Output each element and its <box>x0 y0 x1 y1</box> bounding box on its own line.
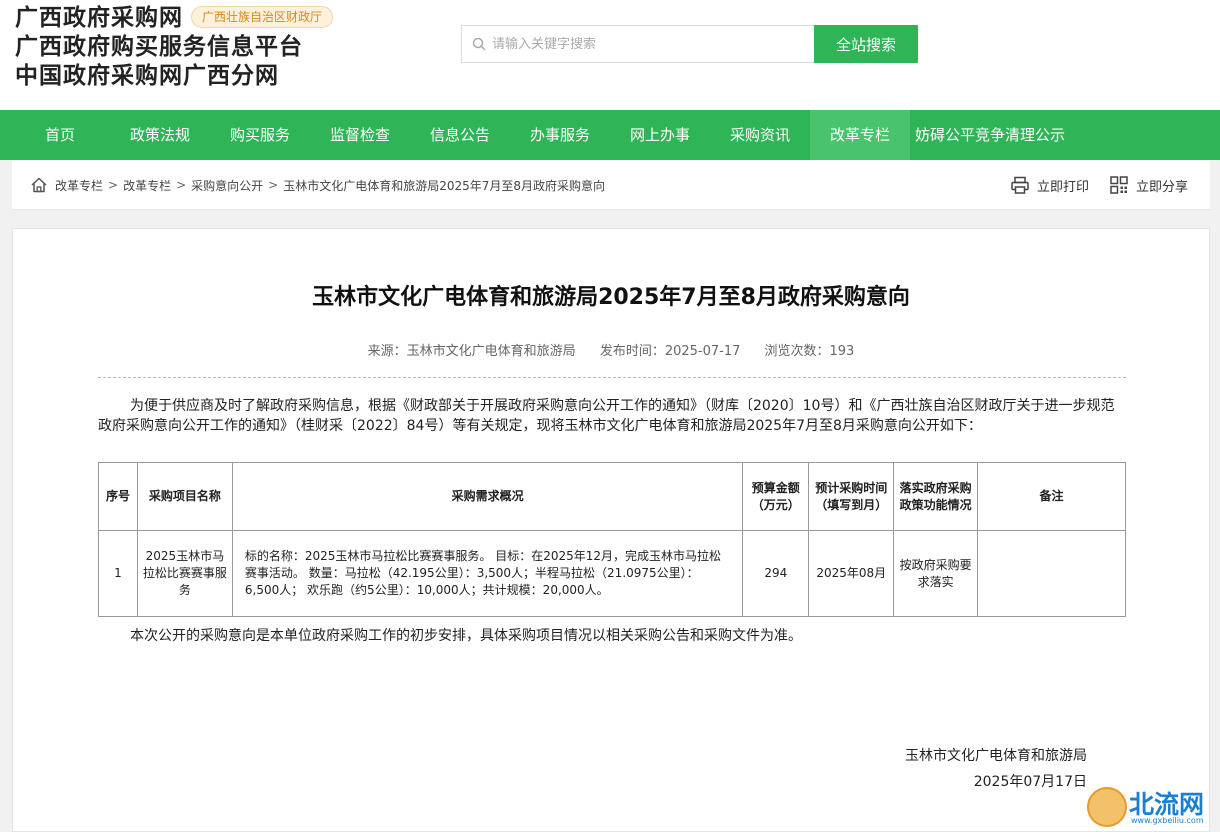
breadcrumb-bar: 改革专栏 > 改革专栏 > 采购意向公开 > 玉林市文化广电体育和旅游局2025… <box>12 160 1210 210</box>
share-button[interactable]: 立即分享 <box>1109 175 1188 195</box>
nav-item-fair-competition[interactable]: 妨碍公平竞争清理公示 <box>910 110 1070 160</box>
cell-policy-implementation: 按政府采购要求落实 <box>893 530 979 617</box>
watermark-seal-icon <box>1087 787 1127 827</box>
nav-item-supervision[interactable]: 监督检查 <box>310 110 410 160</box>
header-index: 序号 <box>98 462 138 531</box>
nav-item-policy[interactable]: 政策法规 <box>110 110 210 160</box>
cell-budget: 294 <box>742 530 810 617</box>
article-publish-time: 发布时间：2025-07-17 <box>599 344 741 359</box>
breadcrumb-item-reform[interactable]: 改革专栏 <box>55 177 103 194</box>
header-demand-summary: 采购需求概况 <box>231 462 744 531</box>
breadcrumb-item-reform-2[interactable]: 改革专栏 <box>123 177 171 194</box>
site-subtitle-service-platform: 广西政府购买服务信息平台 <box>15 34 303 60</box>
breadcrumb-separator: > <box>268 178 279 192</box>
nav-item-news[interactable]: 采购资讯 <box>710 110 810 160</box>
article-intro: 为便于供应商及时了解政府采购信息，根据《财政部关于开展政府采购意向公开工作的通知… <box>98 398 1115 434</box>
print-label: 立即打印 <box>1036 179 1089 195</box>
header-budget: 预算金额（万元） <box>742 462 810 531</box>
table-header-row: 序号 采购项目名称 采购需求概况 预算金额（万元） 预计采购时间（填写到月） 落… <box>98 462 1126 531</box>
watermark-logo: 北流网 www.gxbeiliu.com <box>1087 787 1217 829</box>
cell-remarks <box>977 530 1126 617</box>
nav-item-purchase-service[interactable]: 购买服务 <box>210 110 310 160</box>
header-project-name: 采购项目名称 <box>136 462 233 531</box>
article-card: 玉林市文化广电体育和旅游局2025年7月至8月政府采购意向 来源：玉林市文化广电… <box>12 228 1210 832</box>
breadcrumb-separator: > <box>108 178 119 192</box>
site-titles: 广西政府采购网 广西壮族自治区财政厅 广西政府购买服务信息平台 中国政府采购网广西… <box>15 4 334 91</box>
breadcrumb-separator: > <box>176 178 187 192</box>
nav-item-office-service[interactable]: 办事服务 <box>510 110 610 160</box>
site-name[interactable]: 广西政府采购网 广西壮族自治区财政厅 <box>15 4 334 33</box>
article-signature: 玉林市文化广电体育和旅游局 2025年07月17日 <box>905 743 1087 795</box>
cell-expected-time: 2025年08月 <box>808 530 895 617</box>
nav-item-home[interactable]: 首页 <box>10 110 110 160</box>
qr-code-icon <box>1110 176 1128 194</box>
nav-item-online-office[interactable]: 网上办事 <box>610 110 710 160</box>
article-outro: 本次公开的采购意向是本单位政府采购工作的初步安排，具体采购项目情况以相关采购公告… <box>130 628 802 644</box>
signature-date: 2025年07月17日 <box>973 774 1087 790</box>
main-nav: 首页 政策法规 购买服务 监督检查 信息公告 办事服务 网上办事 采购资讯 改革… <box>0 110 1220 160</box>
watermark-url: www.gxbeiliu.com <box>1131 816 1204 825</box>
cell-index: 1 <box>98 530 138 617</box>
header-remarks: 备注 <box>977 462 1126 531</box>
header-policy-implementation: 落实政府采购政策功能情况 <box>893 462 979 531</box>
search-box <box>461 25 815 63</box>
cell-project-name: 2025玉林市马拉松比赛赛事服务 <box>136 530 233 617</box>
article-meta: 来源：玉林市文化广电体育和旅游局 发布时间：2025-07-17 浏览次数：19… <box>13 340 1209 359</box>
search-icon <box>472 37 486 51</box>
header-expected-time: 预计采购时间（填写到月） <box>808 462 895 531</box>
article-source: 来源：玉林市文化广电体育和旅游局 <box>367 344 576 359</box>
print-button[interactable]: 立即打印 <box>1010 175 1089 195</box>
site-search-button[interactable]: 全站搜索 <box>814 25 918 63</box>
share-label: 立即分享 <box>1135 179 1188 195</box>
finance-dept-badge: 广西壮族自治区财政厅 <box>191 5 334 28</box>
article-tools: 立即打印 立即分享 <box>990 160 1188 210</box>
site-subtitle-branch: 中国政府采购网广西分网 <box>15 63 279 89</box>
home-icon[interactable] <box>30 176 48 194</box>
table-row: 1 2025玉林市马拉松比赛赛事服务 标的名称：2025玉林市马拉松比赛赛事服务… <box>98 530 1126 617</box>
search-input[interactable] <box>492 36 792 52</box>
divider <box>98 377 1126 378</box>
printer-icon <box>1011 176 1029 194</box>
signature-org: 玉林市文化广电体育和旅游局 <box>905 748 1087 764</box>
procurement-table: 序号 采购项目名称 采购需求概况 预算金额（万元） 预计采购时间（填写到月） 落… <box>98 462 1126 617</box>
breadcrumb-item-intent-disclosure[interactable]: 采购意向公开 <box>191 177 263 194</box>
breadcrumb-item-current: 玉林市文化广电体育和旅游局2025年7月至8月政府采购意向 <box>283 178 606 193</box>
nav-item-reform[interactable]: 改革专栏 <box>810 110 910 160</box>
nav-item-announcements[interactable]: 信息公告 <box>410 110 510 160</box>
breadcrumb: 改革专栏 > 改革专栏 > 采购意向公开 > 玉林市文化广电体育和旅游局2025… <box>30 160 605 210</box>
article-title: 玉林市文化广电体育和旅游局2025年7月至8月政府采购意向 <box>312 285 910 310</box>
site-header: 广西政府采购网 广西壮族自治区财政厅 广西政府购买服务信息平台 中国政府采购网广西… <box>0 0 1220 110</box>
cell-demand-summary: 标的名称：2025玉林市马拉松比赛赛事服务。 目标：在2025年12月，完成玉林… <box>231 530 744 617</box>
article-views: 浏览次数：193 <box>764 344 855 359</box>
